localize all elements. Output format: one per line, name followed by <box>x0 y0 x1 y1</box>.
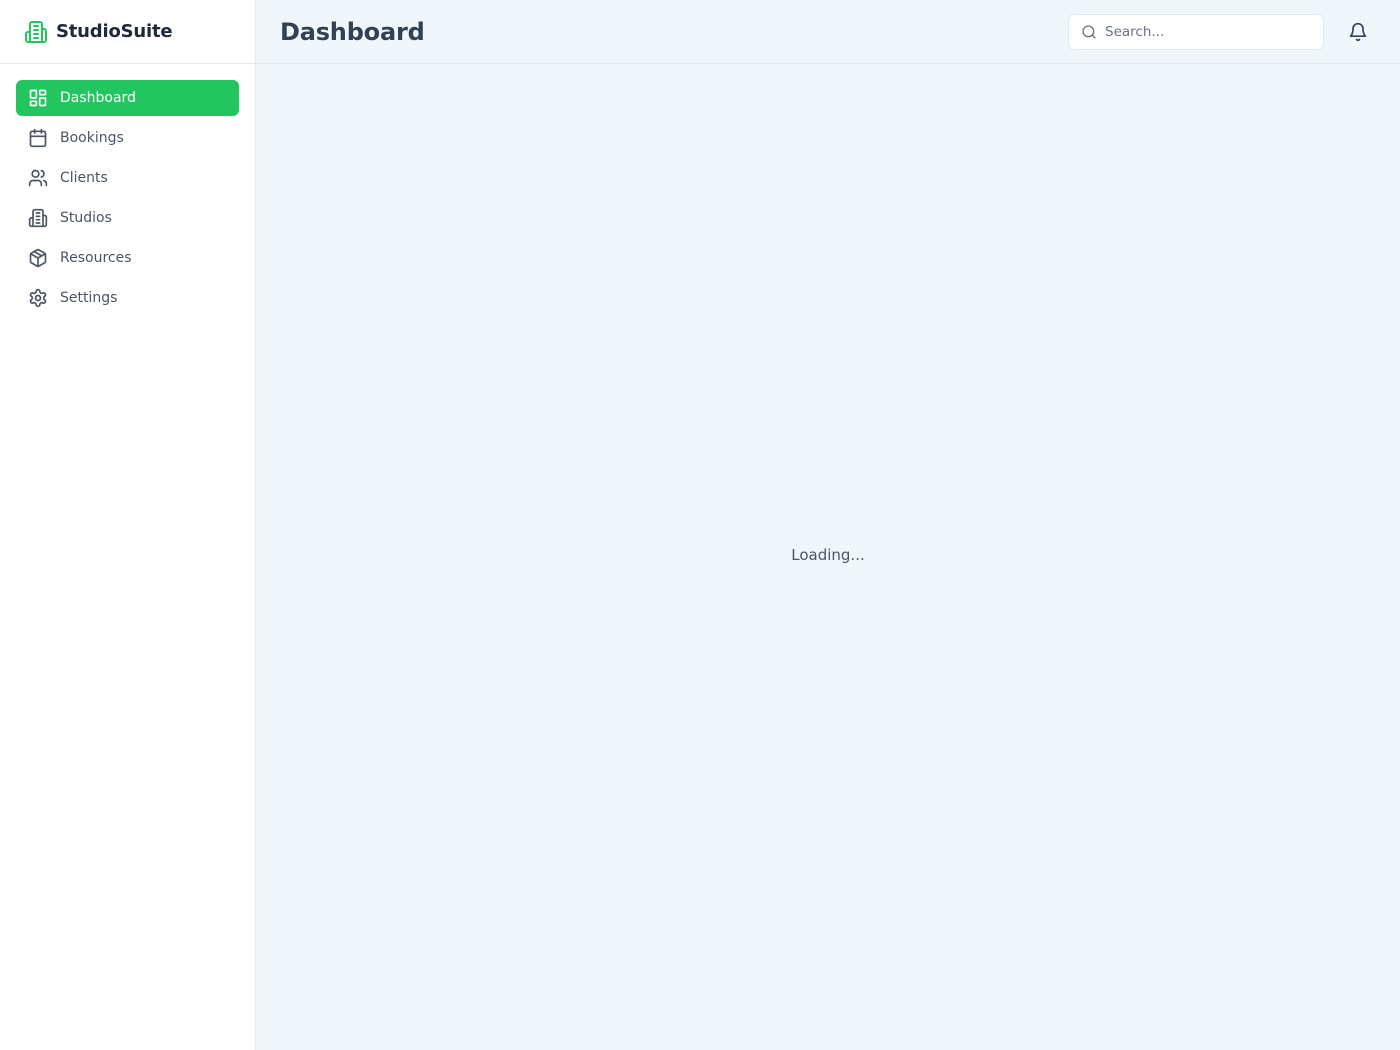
app-root: StudioSuite Dashboard Bookings Clients S… <box>0 0 1400 1050</box>
sidebar-item-label: Studios <box>60 210 112 226</box>
brand-name: StudioSuite <box>56 21 173 42</box>
sidebar-item-label: Clients <box>60 170 108 186</box>
sidebar-item-label: Bookings <box>60 130 124 146</box>
search-input[interactable] <box>1105 24 1315 40</box>
sidebar: StudioSuite Dashboard Bookings Clients S… <box>0 0 256 1050</box>
loading-text: Loading... <box>791 546 865 564</box>
sidebar-item-bookings[interactable]: Bookings <box>16 120 239 156</box>
top-header: Dashboard <box>256 0 1400 64</box>
sidebar-item-dashboard[interactable]: Dashboard <box>16 80 239 116</box>
sidebar-item-resources[interactable]: Resources <box>16 240 239 276</box>
main-content: Loading... <box>256 64 1400 1050</box>
page-title: Dashboard <box>280 17 425 46</box>
building-icon <box>24 20 48 44</box>
search-box[interactable] <box>1068 14 1324 50</box>
building-icon <box>28 208 48 228</box>
box-icon <box>28 248 48 268</box>
sidebar-item-label: Resources <box>60 250 132 266</box>
search-icon <box>1081 24 1097 40</box>
sidebar-item-clients[interactable]: Clients <box>16 160 239 196</box>
sidebar-nav: Dashboard Bookings Clients Studios Resou… <box>0 64 255 336</box>
sidebar-item-studios[interactable]: Studios <box>16 200 239 236</box>
bell-icon[interactable] <box>1346 20 1370 44</box>
calendar-icon <box>28 128 48 148</box>
sidebar-item-label: Settings <box>60 290 118 306</box>
dashboard-icon <box>28 88 48 108</box>
sidebar-item-settings[interactable]: Settings <box>16 280 239 316</box>
users-icon <box>28 168 48 188</box>
gear-icon <box>28 288 48 308</box>
sidebar-item-label: Dashboard <box>60 90 136 106</box>
brand[interactable]: StudioSuite <box>0 0 255 64</box>
